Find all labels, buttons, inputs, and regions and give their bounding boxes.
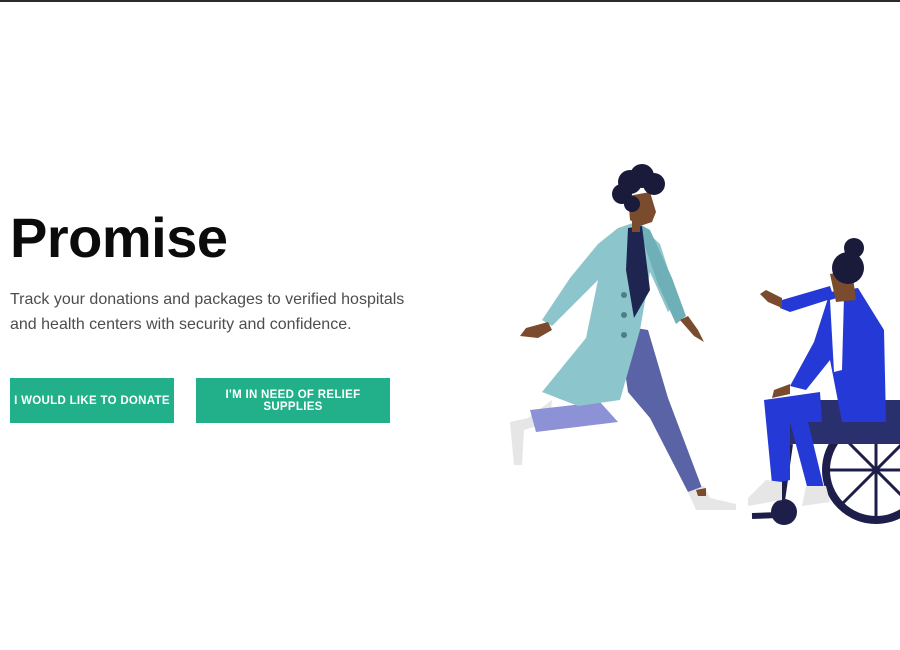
doctor-figure xyxy=(510,164,736,510)
hero-section: Promise Track your donations and package… xyxy=(0,0,900,650)
wheelchair-user-figure xyxy=(748,238,900,525)
page-title: Promise xyxy=(10,206,228,269)
donate-button[interactable]: I WOULD LIKE TO DONATE xyxy=(10,378,174,423)
relief-supplies-button[interactable]: I'M IN NEED OF RELIEF SUPPLIES xyxy=(196,378,390,423)
doctor-and-wheelchair-user-illustration xyxy=(510,164,900,525)
hero-subtitle: Track your donations and packages to ver… xyxy=(10,291,405,333)
